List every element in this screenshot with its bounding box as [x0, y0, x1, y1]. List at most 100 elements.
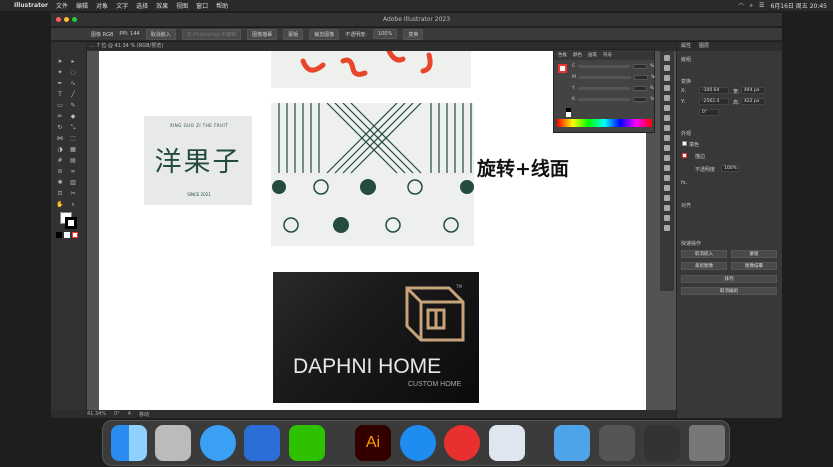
pencil-icon[interactable]: ✏	[56, 113, 64, 121]
fx-button[interactable]: fx.	[681, 180, 687, 186]
arrange-button[interactable]: 排列	[681, 275, 777, 283]
unembed-button-panel[interactable]: 取消嵌入	[681, 250, 727, 258]
daphni-home-image[interactable]: TM DAPHNI HOME CUSTOM HOME	[273, 272, 479, 403]
free-transform-icon[interactable]: ⬚	[69, 135, 77, 143]
trash-icon[interactable]	[689, 425, 725, 461]
paragraph-panel-icon[interactable]	[664, 205, 670, 211]
mask-button[interactable]: 蒙版	[283, 28, 304, 40]
image-trace-button-panel[interactable]: 图像描摹	[731, 262, 777, 270]
fruit-logo-image[interactable]: XING GUO ZI THE FRUIT 洋果子 SINCE 2021	[144, 116, 252, 205]
preview-icon[interactable]	[489, 425, 525, 461]
artboard-tool-icon[interactable]: ⊡	[56, 190, 64, 198]
unembed-button[interactable]: 取消嵌入	[145, 28, 176, 40]
netease-music-icon[interactable]	[444, 425, 480, 461]
k-value[interactable]	[632, 97, 647, 102]
menu-view[interactable]: 视图	[176, 1, 188, 10]
width-field[interactable]: 444 px	[741, 87, 765, 94]
menu-help[interactable]: 帮助	[216, 1, 228, 10]
layers-panel-icon[interactable]	[664, 145, 670, 151]
minimize-window-button[interactable]	[64, 17, 69, 22]
m-slider[interactable]	[578, 76, 631, 79]
zoom-level[interactable]: 41.34%	[87, 411, 106, 417]
zoom-window-button[interactable]	[72, 17, 77, 22]
launchpad-icon[interactable]	[155, 425, 191, 461]
menu-file[interactable]: 文件	[56, 1, 68, 10]
white-swatch[interactable]	[566, 112, 571, 117]
y-slider[interactable]	[577, 87, 630, 90]
search-icon[interactable]: ⌕	[750, 2, 753, 10]
transparency-panel-icon[interactable]	[664, 115, 670, 121]
gradient-swatch-icon[interactable]	[64, 232, 70, 238]
close-window-button[interactable]	[56, 17, 61, 22]
rectangle-tool-icon[interactable]: ▭	[56, 102, 64, 110]
menu-edit[interactable]: 编辑	[76, 1, 88, 10]
pathfinder-panel-icon[interactable]	[664, 175, 670, 181]
stroke-swatch-panel[interactable]	[682, 153, 687, 158]
mesh-tool-icon[interactable]: #	[56, 157, 64, 165]
menu-window[interactable]: 窗口	[196, 1, 208, 10]
stroke-swatch[interactable]	[65, 217, 77, 229]
symbol-sprayer-icon[interactable]: ✺	[56, 179, 64, 187]
wechat-icon[interactable]	[289, 425, 325, 461]
k-slider[interactable]	[577, 98, 630, 101]
scale-tool-icon[interactable]: ⤡	[69, 124, 77, 132]
crop-image-button[interactable]: 裁剪图像	[309, 28, 340, 40]
folder-icon[interactable]	[554, 425, 590, 461]
shape-builder-icon[interactable]: ◑	[56, 146, 64, 154]
safari-icon[interactable]	[200, 425, 236, 461]
rotate-field[interactable]: 0°	[699, 109, 719, 116]
c-value[interactable]	[633, 64, 648, 69]
illustrator-icon[interactable]: Ai	[355, 425, 391, 461]
ungroup-button[interactable]: 取消编组	[681, 287, 777, 295]
datetime[interactable]: 6月16日 周五 20:45	[770, 1, 827, 10]
character-panel-icon[interactable]	[664, 195, 670, 201]
paintbrush-icon[interactable]: ✎	[69, 102, 77, 110]
tab-layers[interactable]: 图层	[699, 42, 709, 51]
y-value[interactable]	[632, 86, 647, 91]
zoom-tool-icon[interactable]: ⌕	[69, 201, 77, 209]
control-center-icon[interactable]: ☰	[759, 2, 764, 9]
graphic-styles-icon[interactable]	[664, 135, 670, 141]
crop-image-button-panel[interactable]: 裁剪图像	[681, 262, 727, 270]
transform-panel-icon[interactable]	[664, 185, 670, 191]
menu-app-name[interactable]: Illustrator	[14, 2, 48, 9]
tab-symbols[interactable]: 符号	[603, 52, 612, 58]
mask-button-panel[interactable]: 蒙版	[731, 250, 777, 258]
menu-type[interactable]: 文字	[116, 1, 128, 10]
gradient-panel-icon[interactable]	[664, 105, 670, 111]
slice-tool-icon[interactable]: ✂	[69, 190, 77, 198]
stack-icon[interactable]	[644, 425, 680, 461]
lasso-icon[interactable]: ◌	[69, 69, 77, 77]
artboard-number[interactable]: 4	[128, 411, 131, 417]
orange-pattern-image[interactable]	[271, 51, 471, 88]
no-color-icon[interactable]	[72, 232, 78, 238]
geometric-pattern-image[interactable]	[271, 103, 474, 246]
direct-selection-tool-icon[interactable]: ▸	[69, 58, 77, 66]
rotate-tool-icon[interactable]: ↻	[56, 124, 64, 132]
menu-select[interactable]: 选择	[136, 1, 148, 10]
eraser-icon[interactable]: ◆	[69, 113, 77, 121]
rotation-angle[interactable]: 0°	[114, 411, 120, 417]
graph-tool-icon[interactable]: ▥	[69, 179, 77, 187]
color-spectrum[interactable]	[557, 119, 652, 127]
finder-icon[interactable]	[111, 425, 147, 461]
surf-icon[interactable]	[244, 425, 280, 461]
m-value[interactable]	[633, 75, 648, 80]
gradient-tool-icon[interactable]: ▤	[69, 157, 77, 165]
magic-wand-icon[interactable]: ✦	[56, 69, 64, 77]
y-field[interactable]: -2562.4	[699, 98, 729, 105]
selection-tool-icon[interactable]: ➤	[56, 58, 64, 66]
none-swatch-icon[interactable]	[56, 232, 62, 238]
curvature-tool-icon[interactable]: ∿	[69, 80, 77, 88]
hand-tool-icon[interactable]: ✋	[56, 201, 64, 209]
perspective-grid-icon[interactable]: ▦	[69, 146, 77, 154]
swatches-panel-icon[interactable]	[664, 55, 670, 61]
brushes-panel-icon[interactable]	[664, 75, 670, 81]
stroke-panel-icon[interactable]	[664, 95, 670, 101]
links-panel-icon[interactable]	[664, 215, 670, 221]
tab-swatches[interactable]: 色板	[558, 52, 567, 58]
menu-object[interactable]: 对象	[96, 1, 108, 10]
transform-button[interactable]: 变换	[403, 28, 424, 40]
libraries-panel-icon[interactable]	[664, 225, 670, 231]
opacity-field-panel[interactable]: 100%	[721, 165, 739, 172]
